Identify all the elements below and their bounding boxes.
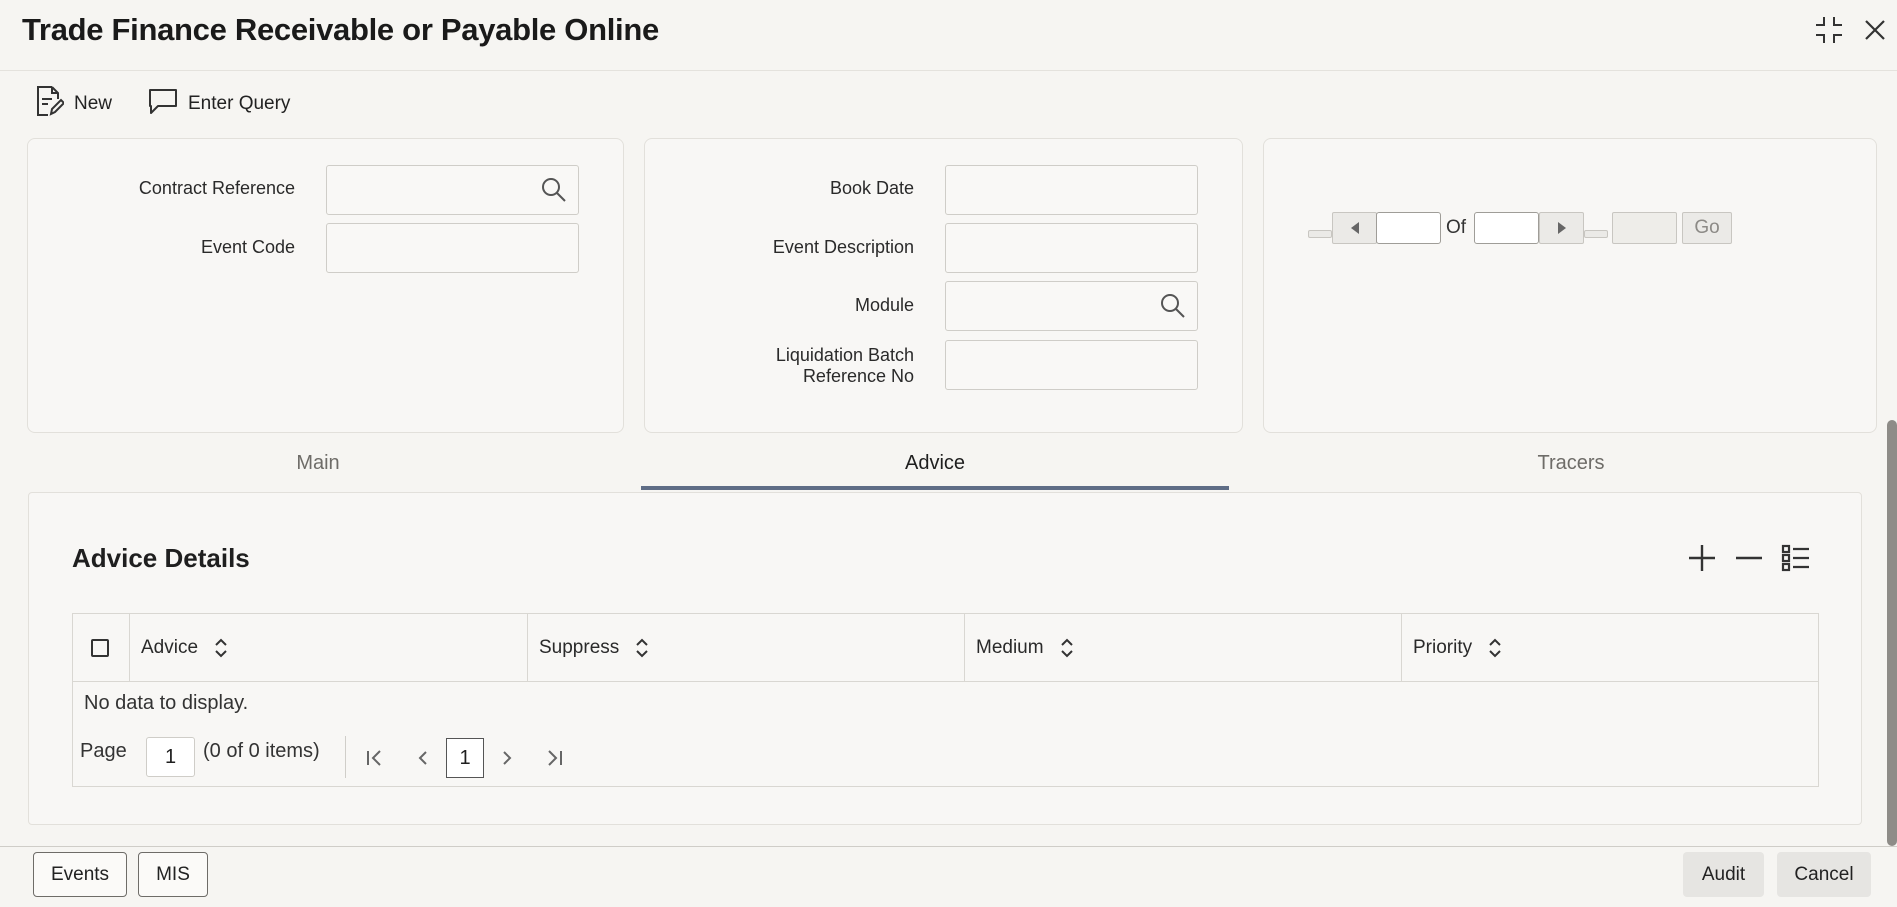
sort-icon <box>215 638 227 657</box>
page-number-input[interactable]: 1 <box>146 737 195 777</box>
total-records-input[interactable] <box>1474 212 1539 244</box>
pager-divider <box>345 736 346 778</box>
first-record-button[interactable] <box>1308 230 1332 238</box>
sort-icon <box>1489 638 1501 657</box>
liquidation-batch-input[interactable] <box>945 340 1198 390</box>
tab-tracers[interactable]: Tracers <box>1277 452 1865 475</box>
empty-table-message: No data to display. <box>84 692 249 714</box>
next-record-button[interactable] <box>1539 212 1584 244</box>
advice-table: Advice Suppress Medium Priority <box>72 613 1819 787</box>
add-row-icon[interactable] <box>1687 543 1717 573</box>
caret-left-icon <box>1350 222 1359 234</box>
first-page-icon[interactable] <box>362 745 388 771</box>
go-button[interactable]: Go <box>1682 212 1732 244</box>
next-page-icon[interactable] <box>494 745 520 771</box>
module-label: Module <box>854 295 914 315</box>
contract-reference-label: Contract Reference <box>138 178 295 198</box>
items-count: (0 of 0 items) <box>203 740 320 762</box>
single-view-list-icon[interactable] <box>1781 543 1811 573</box>
active-tab-indicator <box>641 486 1229 490</box>
chat-bubble-icon <box>148 87 178 121</box>
page-label: Page <box>80 740 127 762</box>
new-document-icon <box>34 85 66 123</box>
current-record-input[interactable] <box>1376 212 1441 244</box>
last-record-button[interactable] <box>1584 230 1608 238</box>
event-description-label: Event Description <box>772 237 914 257</box>
header-divider <box>73 681 1818 682</box>
new-button[interactable]: New <box>34 86 112 122</box>
new-label: New <box>74 93 113 114</box>
of-label: Of <box>1446 217 1467 238</box>
contract-reference-input[interactable] <box>326 165 579 215</box>
last-page-icon[interactable] <box>541 745 567 771</box>
tab-advice[interactable]: Advice <box>641 452 1229 475</box>
enter-query-button[interactable]: Enter Query <box>148 86 290 122</box>
cancel-button[interactable]: Cancel <box>1777 852 1871 897</box>
book-date-input[interactable] <box>945 165 1198 215</box>
search-icon[interactable] <box>540 176 568 209</box>
event-description-input[interactable] <box>945 223 1198 273</box>
column-header-medium[interactable]: Medium <box>965 614 1402 681</box>
close-icon[interactable] <box>1859 14 1891 46</box>
advice-details-title: Advice Details <box>72 543 250 573</box>
event-code-label: Event Code <box>200 237 295 257</box>
select-all-checkbox[interactable] <box>91 638 109 657</box>
previous-page-icon[interactable] <box>410 745 436 771</box>
column-header-priority[interactable]: Priority <box>1402 614 1818 681</box>
liquidation-batch-label: Liquidation Batch Reference No <box>775 345 914 386</box>
column-header-advice[interactable]: Advice <box>130 614 528 681</box>
goto-record-input[interactable] <box>1612 212 1677 244</box>
sort-icon <box>1060 638 1073 657</box>
caret-right-icon <box>1557 222 1566 234</box>
book-date-label: Book Date <box>829 178 914 198</box>
search-icon[interactable] <box>1159 292 1187 325</box>
footer-divider <box>0 846 1897 847</box>
tab-main[interactable]: Main <box>24 452 612 475</box>
enter-query-label: Enter Query <box>188 93 291 114</box>
mis-button[interactable]: MIS <box>138 852 208 897</box>
delete-row-icon[interactable] <box>1734 543 1764 573</box>
events-button[interactable]: Events <box>33 852 127 897</box>
page-title: Trade Finance Receivable or Payable Onli… <box>22 12 659 47</box>
select-all-cell <box>73 614 130 681</box>
minimize-icon[interactable] <box>1813 14 1845 46</box>
title-divider <box>0 70 1897 71</box>
previous-record-button[interactable] <box>1332 212 1377 244</box>
column-header-suppress[interactable]: Suppress <box>528 614 965 681</box>
event-code-input[interactable] <box>326 223 579 273</box>
sort-icon <box>636 638 648 657</box>
vertical-scrollbar[interactable] <box>1887 420 1897 846</box>
current-page-indicator[interactable]: 1 <box>446 738 484 778</box>
audit-button[interactable]: Audit <box>1683 852 1764 897</box>
module-input[interactable] <box>945 281 1198 331</box>
record-navigation-panel <box>1263 138 1877 433</box>
